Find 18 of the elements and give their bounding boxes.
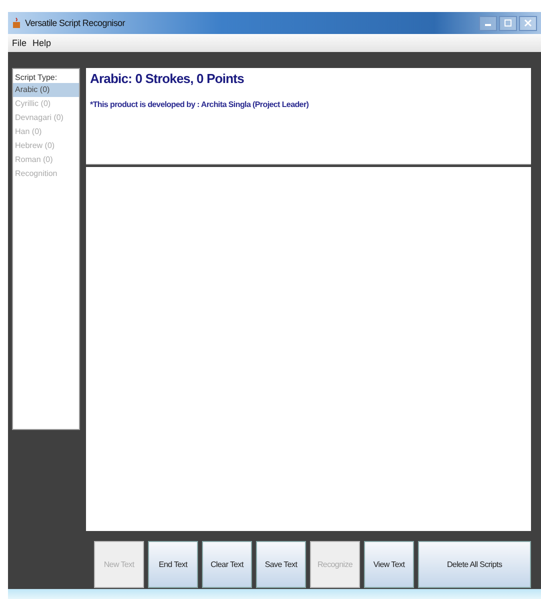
action-button[interactable]: Clear Text bbox=[202, 541, 252, 588]
minimize-button[interactable] bbox=[479, 16, 497, 30]
action-button[interactable]: End Text bbox=[148, 541, 198, 588]
list-heading: Script Type: bbox=[14, 72, 58, 83]
stroke-count-title: Arabic: 0 Strokes, 0 Points bbox=[90, 71, 245, 86]
close-button[interactable] bbox=[519, 16, 537, 30]
action-button[interactable]: Save Text bbox=[256, 541, 306, 588]
maximize-icon bbox=[504, 19, 512, 27]
maximize-button[interactable] bbox=[499, 16, 517, 30]
coffee-cup-icon bbox=[12, 17, 22, 29]
list-item[interactable]: Arabic (0) bbox=[13, 83, 79, 97]
menu-item[interactable]: File bbox=[12, 38, 27, 48]
close-icon bbox=[524, 19, 532, 27]
window-title: Versatile Script Recognisor bbox=[25, 18, 125, 28]
menu-item[interactable]: Help bbox=[32, 38, 52, 48]
action-button[interactable]: View Text bbox=[364, 541, 414, 588]
action-button[interactable]: Delete All Scripts bbox=[418, 541, 531, 588]
credit-text: *This product is developed by : Archita Singla (Project Leader) bbox=[90, 100, 310, 109]
